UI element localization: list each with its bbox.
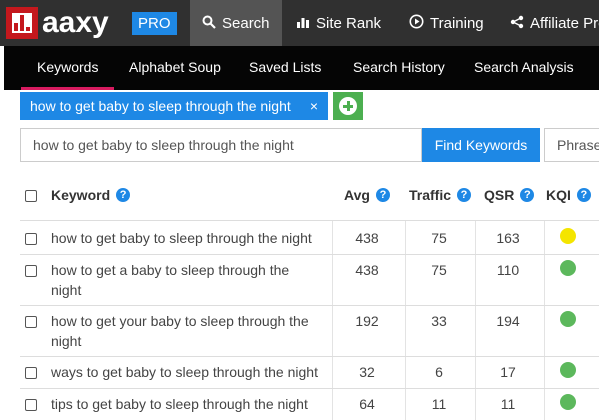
add-tab-button[interactable]	[333, 92, 363, 120]
subtab-saved-lists[interactable]: Saved Lists	[249, 46, 321, 90]
help-icon[interactable]: ?	[375, 188, 390, 202]
column-header-label: Traffic	[409, 187, 452, 203]
nav-tab-affiliate[interactable]: Affiliate Pro	[510, 0, 599, 46]
qsr-cell: 194	[496, 313, 520, 329]
row-checkbox[interactable]	[25, 399, 37, 411]
search-icon	[202, 15, 216, 32]
nav-tab-label: Search	[222, 14, 270, 32]
subtab-alphabet-soup[interactable]: Alphabet Soup	[129, 46, 221, 90]
kqi-indicator	[560, 228, 576, 244]
row-checkbox[interactable]	[25, 367, 37, 379]
column-header-label: Keyword	[51, 187, 111, 203]
find-keywords-button[interactable]: Find Keywords	[422, 128, 540, 162]
kqi-indicator	[560, 362, 576, 378]
help-icon[interactable]: ?	[457, 188, 472, 202]
subtab-search-history[interactable]: Search History	[353, 46, 445, 90]
help-icon[interactable]: ?	[116, 188, 131, 202]
keyword-cell[interactable]: how to get a baby to sleep through the n…	[51, 260, 321, 300]
keyword-cell[interactable]: tips to get baby to sleep through the ni…	[51, 394, 331, 414]
row-checkbox[interactable]	[25, 265, 37, 277]
qsr-cell: 163	[496, 230, 520, 246]
table-header: Keyword ? Avg ? Traffic ? QSR ? KQI ?	[0, 176, 599, 216]
avg-cell: 438	[355, 230, 379, 246]
column-header-keyword[interactable]: Keyword ?	[51, 187, 131, 203]
table-row[interactable]: how to get your baby to sleep through th…	[20, 305, 599, 357]
keyword-search-input[interactable]	[20, 128, 422, 162]
bar-chart-icon	[296, 15, 310, 32]
keyword-cell[interactable]: ways to get baby to sleep through the ni…	[51, 362, 331, 382]
sub-navbar: Keywords Alphabet Soup Saved Lists Searc…	[4, 46, 599, 90]
table-row[interactable]: tips to get baby to sleep through the ni…	[20, 388, 599, 420]
avg-cell: 192	[355, 313, 379, 329]
subtab-keywords[interactable]: Keywords	[20, 46, 116, 90]
avg-cell: 64	[359, 396, 375, 412]
traffic-cell: 11	[431, 396, 447, 412]
traffic-cell: 75	[431, 230, 447, 246]
top-navbar: aaxy PRO Search Site Rank Training Affil…	[0, 0, 599, 46]
table-row[interactable]: how to get baby to sleep through the nig…	[20, 220, 599, 255]
column-header-avg[interactable]: Avg ?	[344, 187, 390, 203]
column-header-traffic[interactable]: Traffic ?	[409, 187, 472, 203]
kqi-indicator	[560, 394, 576, 410]
traffic-cell: 75	[431, 262, 447, 278]
column-header-qsr[interactable]: QSR ?	[484, 187, 535, 203]
nav-tab-label: Site Rank	[316, 14, 382, 32]
phrase-dropdown[interactable]: Phrase	[544, 128, 599, 162]
column-header-label: QSR	[484, 187, 515, 203]
traffic-cell: 33	[431, 313, 447, 329]
keyword-cell[interactable]: how to get baby to sleep through the nig…	[51, 228, 331, 248]
select-all-checkbox[interactable]	[25, 190, 37, 202]
share-icon	[510, 15, 524, 32]
nav-tab-site-rank[interactable]: Site Rank	[296, 0, 381, 46]
help-icon[interactable]: ?	[520, 188, 535, 202]
kqi-indicator	[560, 311, 576, 327]
qsr-cell: 17	[500, 364, 516, 380]
nav-tab-label: Affiliate Pro	[530, 14, 599, 32]
column-header-label: KQI	[546, 187, 571, 203]
traffic-cell: 6	[435, 364, 443, 380]
qsr-cell: 110	[496, 262, 520, 278]
close-icon[interactable]: ×	[310, 92, 318, 120]
row-checkbox[interactable]	[25, 233, 37, 245]
table-row[interactable]: how to get a baby to sleep through the n…	[20, 254, 599, 306]
logo-mark-icon	[6, 7, 38, 39]
nav-tab-training[interactable]: Training	[409, 0, 484, 46]
search-tag-label: how to get baby to sleep through the nig…	[30, 98, 291, 114]
nav-tab-search[interactable]: Search	[190, 0, 282, 46]
avg-cell: 438	[355, 262, 379, 278]
keyword-cell[interactable]: how to get your baby to sleep through th…	[51, 311, 326, 351]
kqi-indicator	[560, 260, 576, 276]
pro-badge: PRO	[132, 12, 177, 35]
logo[interactable]: aaxy	[6, 6, 109, 40]
column-header-kqi[interactable]: KQI ?	[546, 187, 591, 203]
nav-tab-label: Training	[430, 14, 484, 32]
help-icon[interactable]: ?	[576, 188, 591, 202]
qsr-cell: 11	[500, 396, 516, 412]
column-header-label: Avg	[344, 187, 370, 203]
table-row[interactable]: ways to get baby to sleep through the ni…	[20, 356, 599, 389]
avg-cell: 32	[359, 364, 375, 380]
subtab-search-analysis[interactable]: Search Analysis	[474, 46, 574, 90]
plus-icon	[339, 97, 357, 115]
play-circle-icon	[409, 14, 424, 32]
search-tag[interactable]: how to get baby to sleep through the nig…	[20, 92, 328, 120]
row-checkbox[interactable]	[25, 316, 37, 328]
logo-text: aaxy	[42, 6, 109, 39]
